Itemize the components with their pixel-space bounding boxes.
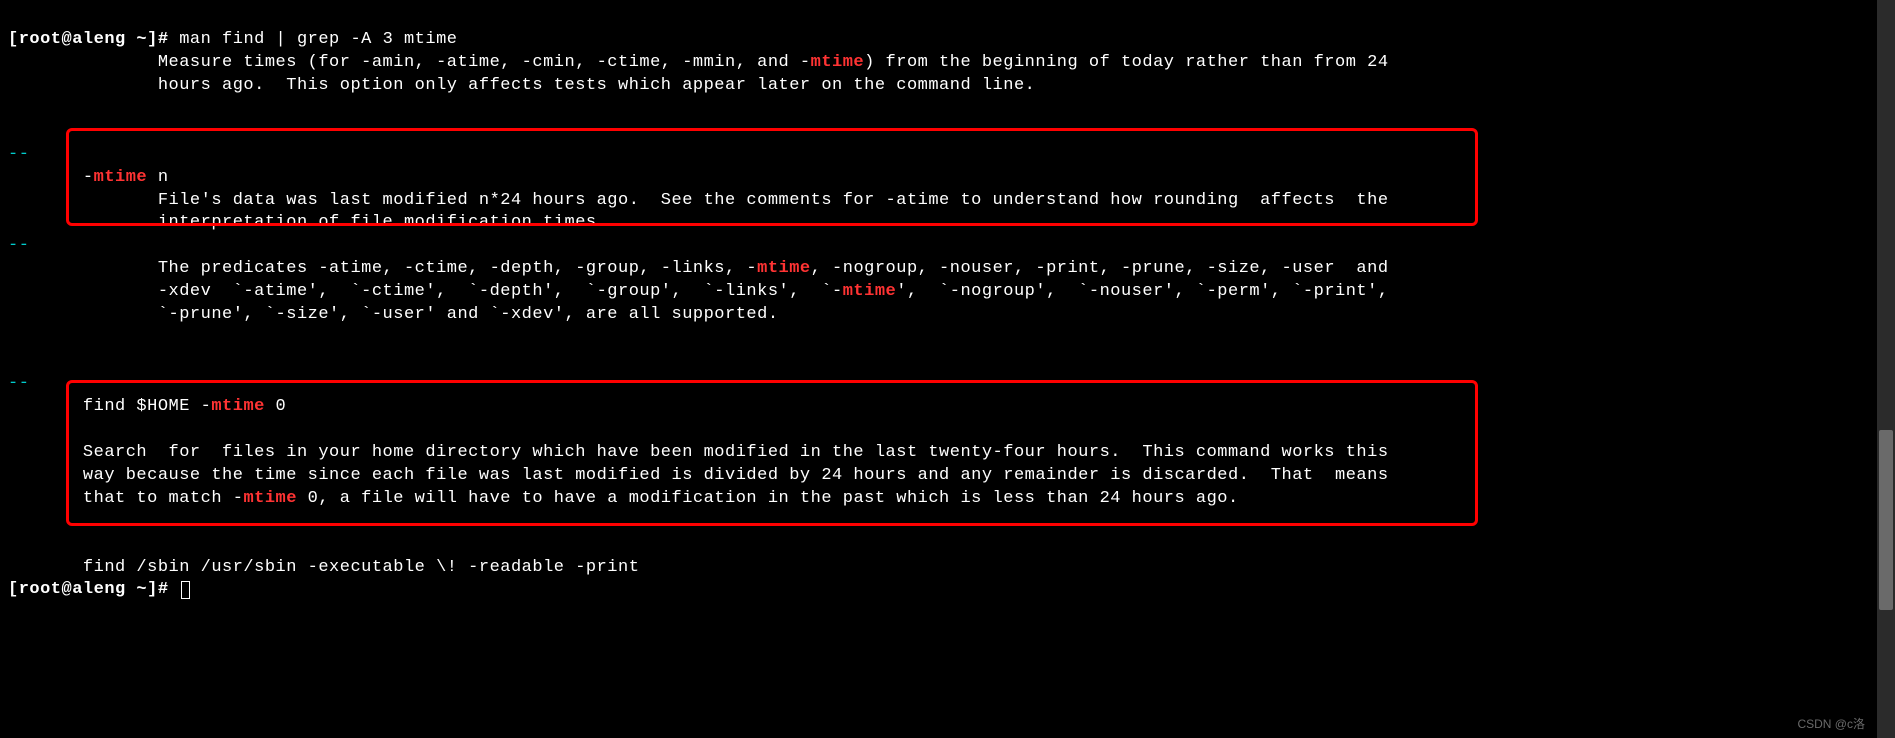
- shell-prompt: [root@aleng ~]#: [8, 30, 179, 49]
- cursor-icon: [181, 581, 190, 599]
- match-highlight: mtime: [94, 168, 148, 187]
- output-line: way because the time since each file was…: [8, 466, 1389, 485]
- output-line: , -nogroup, -nouser, -print, -prune, -si…: [811, 259, 1389, 278]
- output-line: interpretation of file modification time…: [8, 213, 607, 232]
- scrollbar-thumb[interactable]: [1879, 430, 1893, 610]
- output-line: File's data was last modified n*24 hours…: [8, 191, 1389, 210]
- command-text: man find | grep -A 3 mtime: [179, 30, 457, 49]
- output-line: -: [8, 168, 94, 187]
- output-line: ', `-nogroup', `-nouser', `-perm', `-pri…: [896, 282, 1388, 301]
- output-line: hours ago. This option only affects test…: [8, 76, 1035, 95]
- output-line: Search for files in your home directory …: [8, 443, 1389, 462]
- output-line: `-prune', `-size', `-user' and `-xdev', …: [8, 305, 779, 324]
- output-line: -xdev `-atime', `-ctime', `-depth', `-gr…: [8, 282, 843, 301]
- output-line: The predicates -atime, -ctime, -depth, -…: [8, 259, 757, 278]
- shell-prompt: [root@aleng ~]#: [8, 580, 179, 599]
- match-highlight: mtime: [811, 53, 865, 72]
- output-line: Measure times (for -amin, -atime, -cmin,…: [8, 53, 811, 72]
- match-highlight: mtime: [211, 397, 265, 416]
- output-line: ) from the beginning of today rather tha…: [864, 53, 1388, 72]
- grep-separator: --: [8, 374, 29, 393]
- output-line: find /sbin /usr/sbin -executable \! -rea…: [8, 558, 639, 577]
- grep-separator: --: [8, 145, 29, 164]
- match-highlight: mtime: [243, 489, 297, 508]
- match-highlight: mtime: [757, 259, 811, 278]
- terminal-output[interactable]: [root@aleng ~]# man find | grep -A 3 mti…: [0, 0, 1895, 602]
- watermark-text: CSDN @c洛: [1797, 716, 1865, 732]
- output-line: find $HOME -: [8, 397, 211, 416]
- output-line: 0: [265, 397, 286, 416]
- output-line: that to match -: [8, 489, 243, 508]
- output-line: 0, a file will have to have a modificati…: [297, 489, 1239, 508]
- grep-separator: --: [8, 236, 29, 255]
- match-highlight: mtime: [843, 282, 897, 301]
- output-line: n: [147, 168, 168, 187]
- scrollbar-track[interactable]: [1877, 0, 1895, 738]
